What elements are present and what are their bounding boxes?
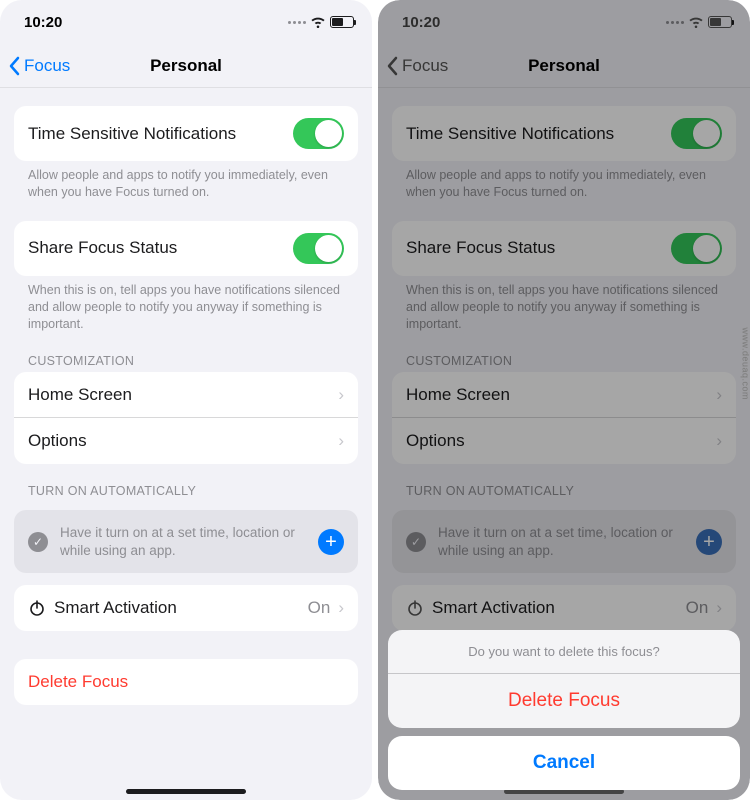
status-bar: 10:20	[0, 0, 372, 44]
cellular-dots-icon	[288, 21, 306, 24]
wifi-icon	[310, 16, 326, 28]
battery-icon	[708, 16, 732, 28]
back-label: Focus	[402, 56, 448, 76]
chevron-right-icon: ›	[338, 385, 344, 405]
smart-activation-label: Smart Activation	[54, 598, 177, 618]
time-sensitive-row: Time Sensitive Notifications	[392, 106, 736, 161]
action-sheet: Do you want to delete this focus? Delete…	[388, 630, 740, 790]
share-status-label: Share Focus Status	[406, 238, 555, 258]
options-row[interactable]: Options ›	[14, 418, 358, 464]
home-screen-row[interactable]: Home Screen ›	[14, 372, 358, 418]
phone-right: 10:20 Focus Personal Time Sensitive Noti…	[378, 0, 750, 800]
back-button[interactable]: Focus	[8, 44, 70, 87]
chevron-left-icon	[8, 56, 20, 76]
time-sensitive-toggle	[671, 118, 722, 149]
options-row: Options ›	[392, 418, 736, 464]
customization-card: Home Screen › Options ›	[14, 372, 358, 464]
customization-header: CUSTOMIZATION	[14, 334, 358, 372]
add-automation-button: +	[696, 529, 722, 555]
battery-icon	[330, 16, 354, 28]
time-sensitive-card: Time Sensitive Notifications	[392, 106, 736, 161]
chevron-right-icon: ›	[716, 598, 722, 618]
time-sensitive-footer: Allow people and apps to notify you imme…	[14, 161, 358, 203]
smart-activation-row: Smart Activation On ›	[392, 585, 736, 631]
action-sheet-group: Do you want to delete this focus? Delete…	[388, 630, 740, 728]
time-sensitive-toggle[interactable]	[293, 118, 344, 149]
home-indicator[interactable]	[126, 789, 246, 794]
share-status-footer: When this is on, tell apps you have noti…	[392, 276, 736, 335]
phone-left: 10:20 Focus Personal Time Sensitive Noti…	[0, 0, 372, 800]
smart-activation-value: On	[308, 598, 331, 618]
chevron-left-icon	[386, 56, 398, 76]
settings-scroll[interactable]: Time Sensitive Notifications Allow peopl…	[0, 106, 372, 705]
time-sensitive-label: Time Sensitive Notifications	[28, 124, 236, 144]
share-status-row[interactable]: Share Focus Status	[14, 221, 358, 276]
chevron-right-icon: ›	[338, 598, 344, 618]
home-screen-row: Home Screen ›	[392, 372, 736, 418]
settings-scroll: Time Sensitive Notifications Allow peopl…	[378, 106, 750, 705]
status-time: 10:20	[402, 14, 440, 31]
share-status-toggle[interactable]	[293, 233, 344, 264]
status-time: 10:20	[24, 14, 62, 31]
action-sheet-delete-button[interactable]: Delete Focus	[388, 674, 740, 728]
automation-hint-text: Have it turn on at a set time, location …	[438, 524, 684, 559]
check-circle-icon	[28, 532, 48, 552]
share-status-toggle	[671, 233, 722, 264]
delete-focus-button[interactable]: Delete Focus	[14, 659, 358, 705]
chevron-right-icon: ›	[716, 431, 722, 451]
power-icon	[28, 599, 46, 617]
home-screen-label: Home Screen	[28, 385, 132, 405]
time-sensitive-footer: Allow people and apps to notify you imme…	[392, 161, 736, 203]
share-status-footer: When this is on, tell apps you have noti…	[14, 276, 358, 335]
page-title: Personal	[150, 56, 222, 76]
status-bar: 10:20	[378, 0, 750, 44]
time-sensitive-label: Time Sensitive Notifications	[406, 124, 614, 144]
back-label: Focus	[24, 56, 70, 76]
automation-hint-row[interactable]: Have it turn on at a set time, location …	[14, 510, 358, 573]
chevron-right-icon: ›	[716, 385, 722, 405]
home-screen-label: Home Screen	[406, 385, 510, 405]
wifi-icon	[688, 16, 704, 28]
delete-focus-label: Delete Focus	[28, 672, 128, 692]
customization-header: CUSTOMIZATION	[392, 334, 736, 372]
chevron-right-icon: ›	[338, 431, 344, 451]
page-title: Personal	[528, 56, 600, 76]
nav-bar: Focus Personal	[378, 44, 750, 88]
time-sensitive-card: Time Sensitive Notifications	[14, 106, 358, 161]
share-status-row: Share Focus Status	[392, 221, 736, 276]
delete-focus-card: Delete Focus	[14, 659, 358, 705]
status-right	[288, 16, 354, 28]
automation-header: TURN ON AUTOMATICALLY	[14, 464, 358, 502]
automation-hint-row: Have it turn on at a set time, location …	[392, 510, 736, 573]
check-circle-icon	[406, 532, 426, 552]
action-sheet-message: Do you want to delete this focus?	[388, 630, 740, 674]
customization-card: Home Screen › Options ›	[392, 372, 736, 464]
power-icon	[406, 599, 424, 617]
automation-header: TURN ON AUTOMATICALLY	[392, 464, 736, 502]
share-status-card: Share Focus Status	[14, 221, 358, 276]
automation-hint-text: Have it turn on at a set time, location …	[60, 524, 306, 559]
smart-activation-label: Smart Activation	[432, 598, 555, 618]
watermark: www.deuaq.com	[741, 327, 750, 400]
back-button: Focus	[386, 44, 448, 87]
status-right	[666, 16, 732, 28]
options-label: Options	[406, 431, 465, 451]
action-sheet-cancel-button[interactable]: Cancel	[388, 736, 740, 790]
share-status-label: Share Focus Status	[28, 238, 177, 258]
smart-activation-value: On	[686, 598, 709, 618]
smart-activation-card: Smart Activation On ›	[14, 585, 358, 631]
cellular-dots-icon	[666, 21, 684, 24]
smart-activation-card: Smart Activation On ›	[392, 585, 736, 631]
smart-activation-row[interactable]: Smart Activation On ›	[14, 585, 358, 631]
time-sensitive-row[interactable]: Time Sensitive Notifications	[14, 106, 358, 161]
add-automation-button[interactable]: +	[318, 529, 344, 555]
nav-bar: Focus Personal	[0, 44, 372, 88]
options-label: Options	[28, 431, 87, 451]
share-status-card: Share Focus Status	[392, 221, 736, 276]
